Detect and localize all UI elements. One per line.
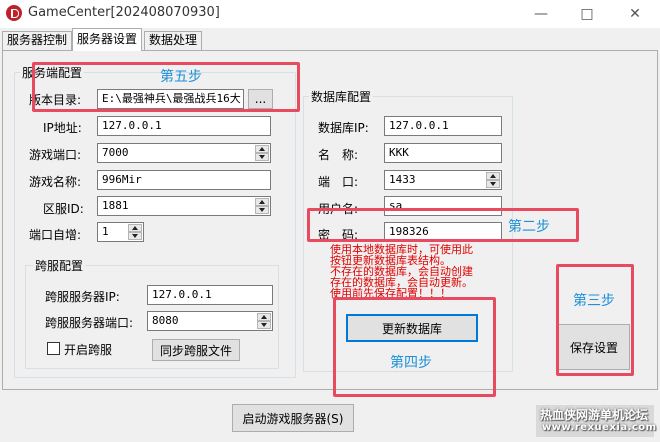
db-ip-label: 数据库IP: — [318, 121, 369, 135]
sync-cross-files-button[interactable]: 同步跨服文件 — [152, 339, 240, 361]
game-port-label: 游戏端口: — [29, 148, 82, 162]
cross-port-stepper[interactable]: 8080 — [147, 311, 273, 331]
step2-label: 第二步 — [508, 219, 550, 235]
zone-id-stepper[interactable]: 1881 — [97, 196, 271, 216]
step5-label: 第五步 — [160, 69, 202, 85]
db-name-input[interactable]: KKK — [384, 143, 502, 163]
watermark-url: www.rexuexia.com — [542, 422, 657, 433]
window-title: GameCenter[202408070930] — [28, 5, 220, 20]
tab-server-control[interactable]: 服务器控制 — [2, 31, 73, 50]
game-port-value: 7000 — [102, 146, 129, 159]
spin-up-icon[interactable] — [255, 198, 269, 206]
cross-port-label: 跨服服务器端口: — [45, 316, 134, 330]
cross-port-value: 8080 — [152, 314, 179, 327]
db-name-label: 名 称: — [318, 148, 359, 162]
spin-down-icon[interactable] — [257, 321, 271, 329]
watermark-title: 热血侠网游单机论坛 — [540, 408, 649, 422]
enable-cross-checkbox[interactable] — [47, 342, 60, 355]
ip-input[interactable]: 127.0.0.1 — [97, 116, 271, 136]
cross-ip-input[interactable]: 127.0.0.1 — [147, 285, 273, 305]
game-name-label: 游戏名称: — [29, 175, 82, 189]
port-autoinc-value: 1 — [102, 225, 109, 238]
spin-up-icon[interactable] — [255, 145, 269, 153]
db-port-label: 端 口: — [318, 175, 359, 189]
spin-up-icon[interactable] — [128, 224, 142, 232]
maximize-icon[interactable]: □ — [564, 0, 610, 28]
db-port-value: 1433 — [389, 173, 416, 186]
database-config-title: 数据库配置 — [309, 88, 374, 105]
port-autoinc-stepper[interactable]: 1 — [97, 222, 144, 242]
cross-ip-label: 跨服服务器IP: — [45, 290, 120, 304]
game-name-input[interactable]: 996Mir — [97, 170, 271, 190]
zone-id-value: 1881 — [102, 199, 129, 212]
spin-down-icon[interactable] — [128, 232, 142, 240]
cross-server-title: 跨服配置 — [33, 257, 86, 274]
watermark: 热血侠网游单机论坛 www.rexuexia.com — [536, 405, 657, 437]
game-port-stepper[interactable]: 7000 — [97, 143, 271, 163]
close-icon[interactable]: ✕ — [612, 0, 658, 28]
start-game-server-button[interactable]: 启动游戏服务器(S) — [232, 404, 354, 432]
db-ip-input[interactable]: 127.0.0.1 — [384, 116, 502, 136]
step4-label: 第四步 — [390, 355, 432, 371]
step3-label: 第三步 — [573, 293, 615, 309]
spin-up-icon[interactable] — [257, 313, 271, 321]
spin-down-icon[interactable] — [255, 206, 269, 214]
db-notes: 使用本地数据库时，可使用此 按钮更新数据库表结构。 不存在的数据库，会自动创建 … — [330, 244, 473, 299]
spin-down-icon[interactable] — [486, 180, 500, 188]
step3-highlight — [556, 264, 634, 376]
app-logo-icon — [6, 5, 22, 21]
spin-down-icon[interactable] — [255, 153, 269, 161]
tab-data-processing[interactable]: 数据处理 — [144, 31, 203, 50]
port-autoinc-label: 端口自增: — [29, 228, 82, 242]
db-port-stepper[interactable]: 1433 — [384, 170, 502, 190]
zone-id-label: 区服ID: — [43, 202, 84, 216]
tab-server-settings[interactable]: 服务器设置 — [72, 28, 143, 51]
ip-label: IP地址: — [43, 121, 82, 135]
enable-cross-label: 开启跨服 — [64, 343, 113, 357]
spin-up-icon[interactable] — [486, 172, 500, 180]
minimize-icon[interactable]: — — [518, 0, 564, 28]
step4-highlight — [333, 297, 496, 397]
